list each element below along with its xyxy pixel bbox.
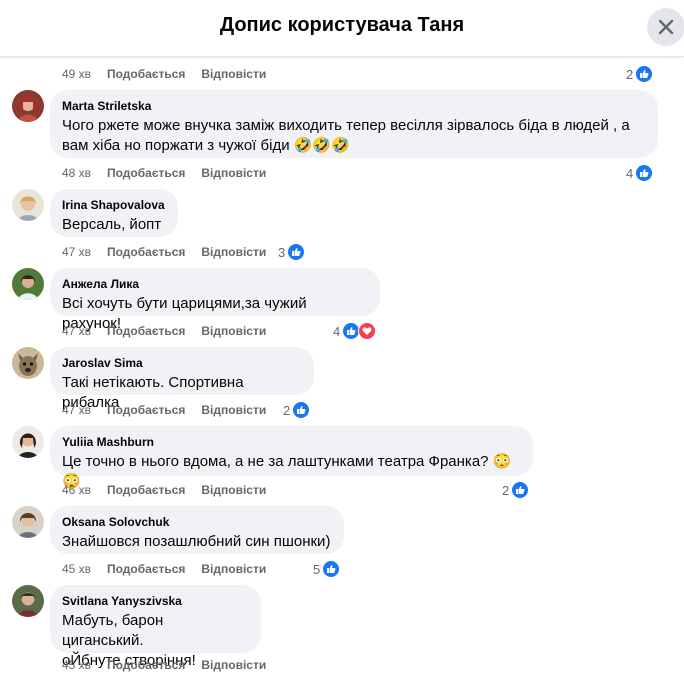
reaction-count: 4: [626, 165, 634, 181]
comment-meta: 49 хв Подобається Відповісти: [62, 66, 266, 82]
like-link[interactable]: Подобається: [107, 166, 185, 180]
comment-author[interactable]: Yuliia Mashburn: [62, 434, 521, 450]
like-reaction-icon: [635, 164, 654, 182]
comment-bubble: Анжела Лика Всі хочуть бути царицями,за …: [50, 268, 380, 332]
reaction-summary[interactable]: 5: [313, 559, 341, 579]
comment-author[interactable]: Marta Striletska: [62, 98, 646, 114]
comment-meta: 45 хв Подобається Відповісти: [62, 657, 266, 673]
reaction-count: 2: [626, 66, 634, 82]
comment-time[interactable]: 47 хв: [62, 245, 107, 259]
close-button[interactable]: [647, 8, 684, 46]
like-reaction-icon: [635, 65, 654, 83]
reply-link[interactable]: Відповісти: [201, 562, 266, 576]
comment-time[interactable]: 45 хв: [62, 658, 107, 672]
close-icon: [658, 19, 674, 35]
avatar[interactable]: [12, 90, 44, 122]
comment-bubble: Svitlana Yanyszivska Мабуть, барон циган…: [50, 585, 261, 669]
like-reaction-icon: [287, 243, 306, 261]
reply-link[interactable]: Відповісти: [201, 245, 266, 259]
reaction-count: 4: [333, 323, 341, 339]
comment-text-content: Чого ржете може внучка заміж виходить те…: [62, 117, 634, 154]
reply-link[interactable]: Відповісти: [201, 483, 266, 497]
dialog-header: Допис користувача Таня: [0, 0, 684, 57]
avatar[interactable]: [12, 347, 44, 379]
like-reaction-icon: [322, 560, 341, 578]
comment-author[interactable]: Анжела Лика: [62, 276, 368, 292]
comment-meta: 47 хв Подобається Відповісти: [62, 244, 266, 260]
reaction-count: 3: [278, 244, 286, 260]
comment-text: Знайшовся позашлюбний син пшонки): [62, 533, 331, 550]
comment-bubble: Irina Shapovalova Версаль, йопт: [50, 189, 178, 237]
comment-meta: 46 хв Подобається Відповісти: [62, 482, 266, 498]
comment-author[interactable]: Svitlana Yanyszivska: [62, 593, 249, 609]
avatar[interactable]: [12, 426, 44, 458]
like-link[interactable]: Подобається: [107, 483, 185, 497]
comment-meta: 48 хв Подобається Відповісти: [62, 165, 266, 181]
like-link[interactable]: Подобається: [107, 658, 185, 672]
reply-link[interactable]: Відповісти: [201, 324, 266, 338]
reply-link[interactable]: Відповісти: [201, 403, 266, 417]
comment-bubble: Oksana Solovchuk Знайшовся позашлюбний с…: [50, 506, 344, 554]
reaction-summary[interactable]: 2: [283, 400, 311, 420]
comment-meta: 45 хв Подобається Відповісти: [62, 561, 266, 577]
like-reaction-icon: [511, 481, 530, 499]
comment-bubble: Yuliia Mashburn Це точно в нього вдома, …: [50, 426, 533, 490]
comment-time[interactable]: 46 хв: [62, 483, 107, 497]
comment-meta: 47 хв Подобається Відповісти: [62, 402, 266, 418]
comment-time[interactable]: 47 хв: [62, 403, 107, 417]
comment-bubble: Jaroslav Sima Такі нетікають. Спортивна …: [50, 347, 314, 411]
like-reaction-icon: [292, 401, 311, 419]
comment-author[interactable]: Jaroslav Sima: [62, 355, 302, 371]
reaction-summary[interactable]: 4: [626, 163, 654, 183]
reply-link[interactable]: Відповісти: [201, 166, 266, 180]
reaction-summary[interactable]: 3: [278, 242, 306, 262]
comment-time[interactable]: 47 хв: [62, 324, 107, 338]
comment-bubble: Marta Striletska Чого ржете може внучка …: [50, 90, 658, 158]
avatar[interactable]: [12, 189, 44, 221]
reaction-summary[interactable]: 2: [502, 480, 530, 500]
reaction-count: 2: [502, 482, 510, 498]
comment-text: Версаль, йопт: [62, 216, 162, 233]
avatar[interactable]: [12, 585, 44, 617]
comment-time[interactable]: 48 хв: [62, 166, 107, 180]
love-reaction-icon: [358, 322, 377, 340]
reply-link[interactable]: Відповісти: [201, 67, 266, 81]
avatar[interactable]: [12, 268, 44, 300]
comment-time[interactable]: 45 хв: [62, 562, 107, 576]
like-link[interactable]: Подобається: [107, 562, 185, 576]
like-link[interactable]: Подобається: [107, 67, 185, 81]
comment-time[interactable]: 49 хв: [62, 67, 107, 81]
like-link[interactable]: Подобається: [107, 245, 185, 259]
like-link[interactable]: Подобається: [107, 403, 185, 417]
comment-meta: 47 хв Подобається Відповісти: [62, 323, 266, 339]
reaction-summary[interactable]: 4: [333, 321, 377, 341]
avatar[interactable]: [12, 506, 44, 538]
reply-link[interactable]: Відповісти: [201, 658, 266, 672]
reaction-count: 5: [313, 561, 321, 577]
comment-text: Чого ржете може внучка заміж виходить те…: [62, 116, 646, 156]
dialog-title: Допис користувача Таня: [219, 14, 465, 36]
like-link[interactable]: Подобається: [107, 324, 185, 338]
comment-author[interactable]: Irina Shapovalova: [62, 197, 166, 213]
reaction-summary[interactable]: 2: [626, 64, 654, 84]
comment-author[interactable]: Oksana Solovchuk: [62, 514, 332, 530]
reaction-count: 2: [283, 402, 291, 418]
